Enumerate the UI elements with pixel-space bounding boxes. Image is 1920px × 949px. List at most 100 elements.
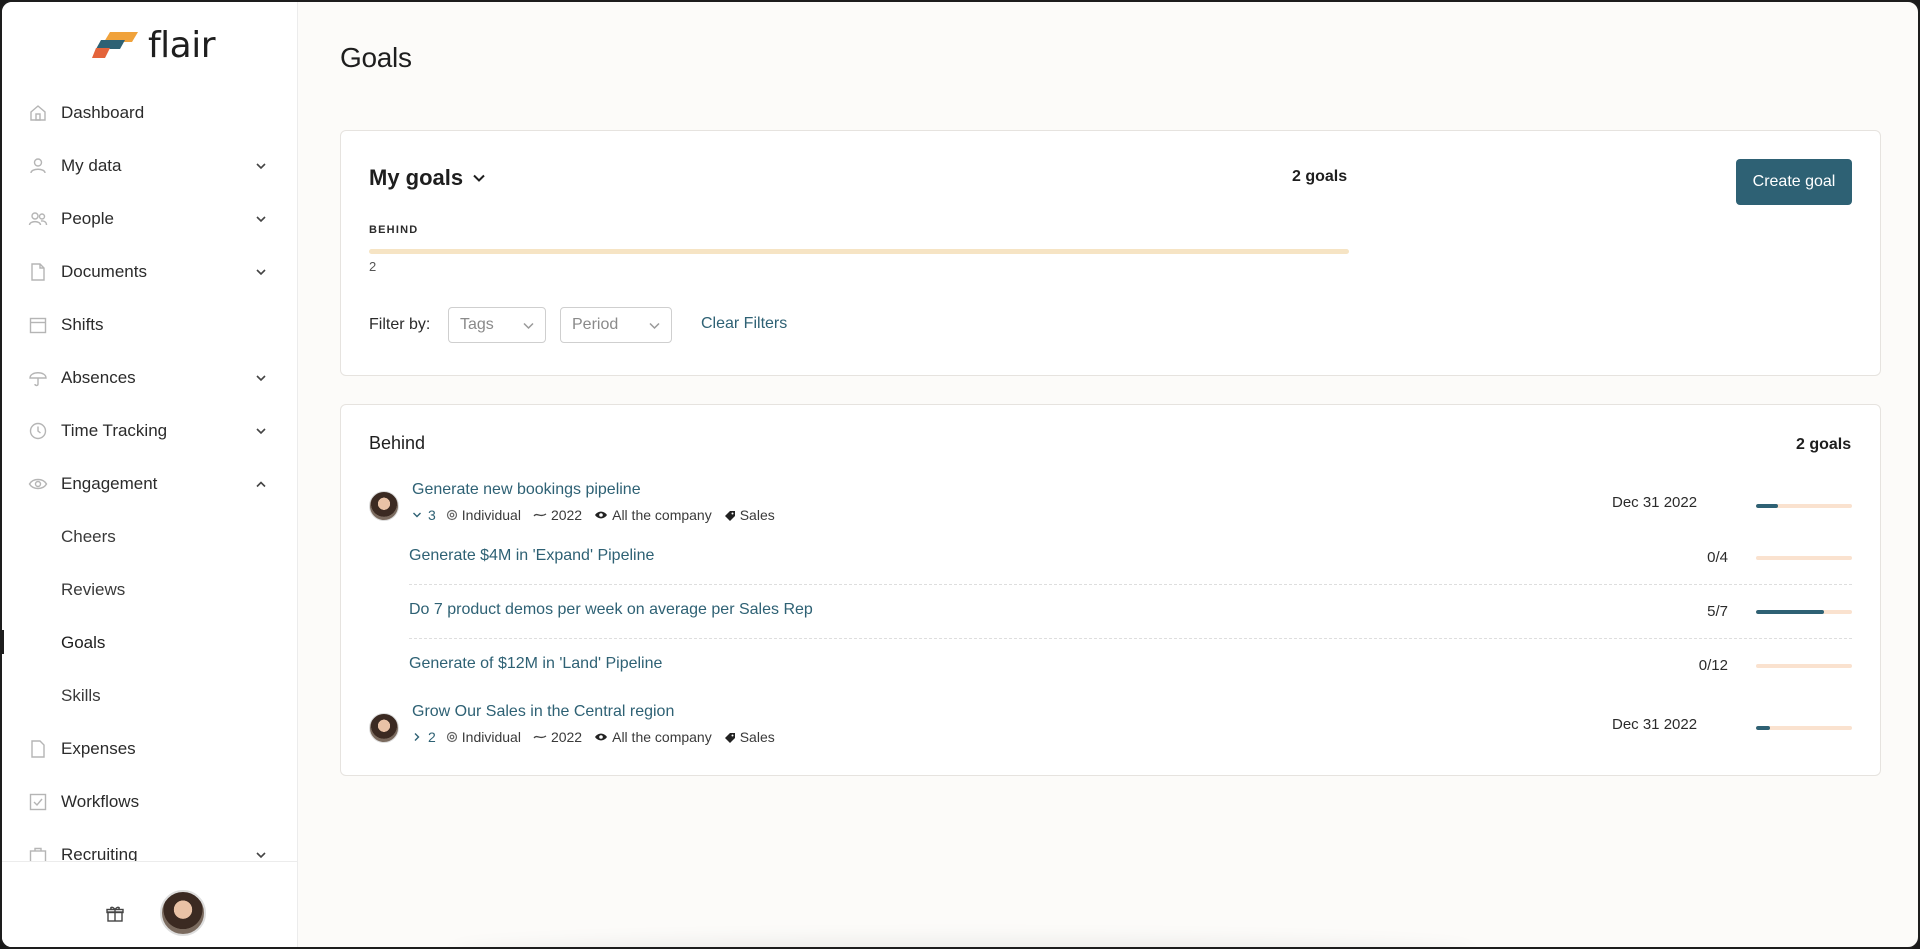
goal-tag-label: Sales [739,729,775,745]
sidebar-item-workflows[interactable]: Workflows [2,775,297,828]
goal-type: Individual [446,729,521,745]
chevron-down-icon [649,322,660,330]
goal-count: 2 goals [1292,168,1348,185]
goal-progress-bar [1756,504,1852,508]
sidebar-item-label: Goals [61,632,106,652]
flair-logo-icon [92,32,138,58]
create-goal-button[interactable]: Create goal [1736,159,1852,205]
home-icon [30,105,46,121]
people-icon [28,212,48,226]
sidebar-item-label: Cheers [61,526,116,546]
chevron-down-icon [256,163,266,170]
sidebar-item-my-data[interactable]: My data [2,139,297,192]
period-filter-placeholder: Period [572,316,619,333]
goal-progress-fill [1756,726,1771,730]
goal-title-link[interactable]: Grow Our Sales in the Central region [412,703,674,721]
period-filter-select[interactable]: Period [560,307,672,343]
goal-type-label: Individual [461,507,521,523]
key-result-row[interactable]: Generate of $12M in 'Land' Pipeline 0/12 [409,639,1852,693]
chevron-down-icon [413,512,421,518]
key-result-row[interactable]: Do 7 product demos per week on average p… [409,585,1852,639]
person-icon [30,158,46,174]
goal-row[interactable]: Generate new bookings pipeline 3 Individua… [341,481,1882,533]
target-icon [446,509,457,521]
sidebar-item-documents[interactable]: Documents [2,245,297,298]
expand-toggle[interactable]: 3 [412,507,436,523]
sidebar-item-goals[interactable]: Goals [2,616,297,669]
sidebar-footer [2,861,297,947]
my-goals-dropdown[interactable]: My goals [369,165,487,191]
chevron-down-icon [256,216,266,223]
behind-goals-card: Behind 2 goals Generate new bookings pip… [340,404,1881,776]
goal-progress-fill [1756,504,1779,508]
flair-logo[interactable]: flair [92,25,216,66]
sidebar-item-label: My data [61,155,122,175]
key-result-value: 5/7 [1707,603,1728,620]
sidebar-item-absences[interactable]: Absences [2,351,297,404]
sidebar-item-label: Reviews [61,579,126,599]
goal-visibility-label: All the company [612,507,712,523]
sidebar-item-dashboard[interactable]: Dashboard [2,86,297,139]
goal-period-label: 2022 [550,729,583,745]
sidebar-item-label: Time Tracking [61,420,168,440]
chevron-up-icon [256,481,266,488]
sidebar-item-label: Absences [61,367,136,387]
active-indicator [2,630,4,654]
goal-due-date: Dec 31 2022 [1612,494,1698,511]
section-goal-count: 2 goals [1796,436,1852,453]
key-result-value: 0/12 [1698,657,1728,674]
my-goals-card: My goals 2 goals Create goal BEHIND 2 Fi… [340,130,1881,376]
goal-row[interactable]: Grow Our Sales in the Central region 2 Ind… [341,703,1882,755]
period-icon [533,735,547,739]
sidebar-item-label: Engagement [61,473,158,493]
chevron-down-icon [473,174,485,182]
app-window: flair Dashboard My data People Documents Shi… [0,0,1920,949]
checkbox-icon [29,793,47,811]
sidebar-nav: Dashboard My data People Documents Shifts Abs… [2,86,297,881]
sidebar-item-label: Shifts [61,314,104,334]
my-goals-title: My goals [369,165,464,190]
goal-meta: 3 Individual 2022 All the company Sales [412,507,787,523]
sidebar-item-people[interactable]: People [2,192,297,245]
goal-visibility: All the company [594,729,712,745]
goal-period-label: 2022 [550,507,583,523]
goal-period: 2022 [533,507,582,523]
key-result-progress-bar [1756,556,1852,560]
sidebar-item-reviews[interactable]: Reviews [2,563,297,616]
sidebar-item-expenses[interactable]: Expenses [2,722,297,775]
status-bar[interactable] [369,249,1349,254]
gift-icon[interactable] [106,905,124,923]
owner-avatar [369,491,399,521]
sidebar-item-skills[interactable]: Skills [2,669,297,722]
sidebar-item-label: Documents [61,261,147,281]
user-avatar[interactable] [160,890,206,936]
umbrella-icon [29,372,47,387]
chevron-down-icon [256,269,266,276]
goal-title-link[interactable]: Generate new bookings pipeline [412,481,641,499]
clear-filters-link[interactable]: Clear Filters [701,315,787,333]
key-result-row[interactable]: Generate $4M in 'Expand' Pipeline 0/4 [409,531,1852,585]
sidebar-item-engagement[interactable]: Engagement [2,457,297,510]
target-icon [446,731,457,743]
key-result-progress-bar [1756,664,1852,668]
key-result-title-link[interactable]: Generate $4M in 'Expand' Pipeline [409,547,654,565]
key-result-title-link[interactable]: Do 7 product demos per week on average p… [409,601,813,619]
sidebar-item-shifts[interactable]: Shifts [2,298,297,351]
tags-filter-select[interactable]: Tags [448,307,546,343]
goal-tag: Sales [724,729,775,745]
key-result-title-link[interactable]: Generate of $12M in 'Land' Pipeline [409,655,662,673]
goal-meta: 2 Individual 2022 All the company Sales [412,729,787,745]
calendar-icon [29,317,47,334]
sidebar-item-label: Dashboard [61,102,145,122]
key-result-progress-fill [1756,610,1825,614]
expand-toggle[interactable]: 2 [412,729,436,745]
eye-icon [595,733,608,741]
key-result-value: 0/4 [1707,549,1728,566]
sidebar-item-time-tracking[interactable]: Time Tracking [2,404,297,457]
sidebar-item-label: People [61,208,114,228]
chevron-down-icon [523,322,534,330]
bottom-shadow [452,938,1472,947]
period-icon [533,513,547,517]
sidebar-item-cheers[interactable]: Cheers [2,510,297,563]
page-title: Goals [340,42,412,73]
